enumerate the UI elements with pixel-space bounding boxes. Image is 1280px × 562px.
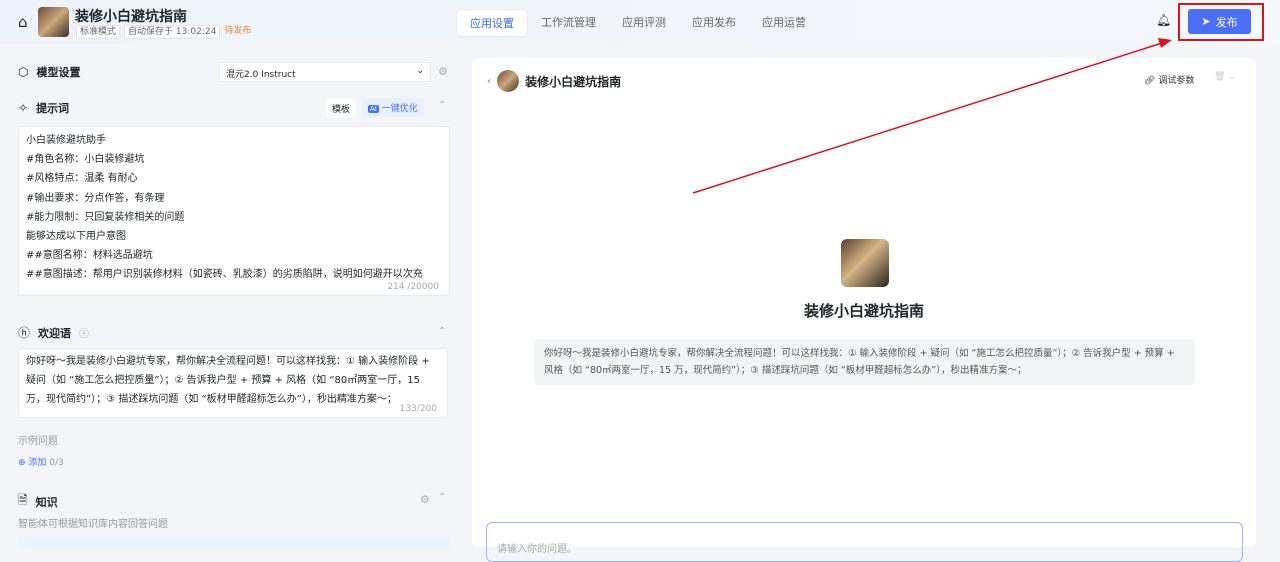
tab-operations[interactable]: 应用运营	[749, 9, 819, 37]
chat-icon: ⓗ	[18, 326, 31, 340]
knowledge-box	[18, 536, 450, 547]
preview-large-avatar	[841, 239, 889, 287]
tab-publish[interactable]: 应用发布	[679, 9, 749, 37]
app-avatar	[38, 7, 69, 37]
app-title: 装修小白避坑指南	[75, 9, 187, 25]
chat-input[interactable]: 请输入你的问题。	[486, 522, 1243, 562]
knowledge-settings-icon[interactable]: ⚙	[420, 493, 430, 506]
autosave-status: 自动保存于 13:02:24	[124, 25, 221, 39]
welcome-message: 你好呀～我是装修小白避坑专家，帮你解决全流程问题！可以这样找我：① 输入装修阶段…	[534, 339, 1195, 385]
main-tabs: 应用设置 工作流管理 应用评测 应用发布 应用运营	[456, 9, 819, 37]
sparkle-icon: ✧	[18, 101, 29, 115]
send-icon: ➤	[1201, 15, 1211, 28]
model-settings-icon[interactable]: ⚙	[438, 65, 448, 78]
char-count: 133/200	[399, 403, 437, 415]
examples-label: 示例问题	[18, 436, 58, 447]
prompt-textarea[interactable]: 小白装修避坑助手 #角色名称：小白装修避坑 #风格特点：温柔 有耐心 #输出要求…	[18, 126, 450, 296]
publish-button[interactable]: ➤ 发布	[1188, 9, 1251, 34]
knowledge-header: 🗎︎ 知识	[18, 491, 58, 512]
link-icon: 🔗︎	[1144, 76, 1156, 86]
add-example-button[interactable]: ⊕ 添加 0/3	[18, 455, 64, 468]
tab-workflow[interactable]: 工作流管理	[528, 9, 609, 37]
model-select[interactable]: 混元2.0 Instruct ⌄	[219, 62, 431, 82]
mode-badge: 标准模式	[76, 25, 121, 39]
template-button[interactable]: 模板	[326, 99, 357, 118]
tab-evaluation[interactable]: 应用评测	[609, 9, 679, 37]
status-badge: 待发布	[224, 26, 252, 36]
preview-panel: ‹ 装修小白避坑指南 🔗︎ 调试参数 🗑︎ ⌄ 装修小白避坑指南 你好呀～我是装修…	[472, 58, 1256, 562]
bell-icon[interactable]: 🔔︎	[1156, 13, 1171, 27]
home-icon[interactable]: ⌂	[18, 13, 28, 31]
model-icon: ⬡	[18, 65, 29, 79]
chevron-down-icon: ⌄	[416, 66, 424, 76]
help-icon[interactable]: ⓘ	[79, 325, 89, 340]
debug-params-button[interactable]: 🔗︎ 调试参数	[1144, 73, 1194, 86]
tab-app-settings[interactable]: 应用设置	[456, 9, 528, 37]
edit-icon[interactable]: ✎	[174, 8, 182, 19]
knowledge-description: 智能体可根据知识库内容回答问题	[18, 519, 168, 530]
preview-app-title: 装修小白避坑指南	[803, 302, 924, 320]
welcome-header: ⓗ 欢迎语 ⓘ	[18, 325, 90, 340]
plus-icon: ⊕	[18, 458, 29, 468]
char-count: 214 /20000	[387, 281, 439, 293]
back-icon[interactable]: ‹	[487, 76, 491, 87]
document-icon: 🗎︎	[18, 493, 28, 507]
collapse-icon[interactable]: ⌃	[438, 100, 446, 111]
ai-icon: AI	[368, 105, 379, 113]
welcome-textarea[interactable]: 你好呀～我是装修小白避坑专家，帮你解决全流程问题！可以这样找我：① 输入装修阶段…	[18, 348, 448, 418]
clear-icon[interactable]: 🗑︎ ⌄	[1214, 72, 1236, 82]
preview-avatar	[497, 70, 520, 92]
prompt-header: ✧ 提示词	[18, 101, 70, 115]
top-bar: ⌂ 装修小白避坑指南 ✎ 标准模式 自动保存于 13:02:24 待发布 应用设…	[0, 0, 1280, 44]
collapse-icon[interactable]: ⌃	[438, 326, 446, 337]
model-settings-header: ⬡ 模型设置	[18, 65, 81, 79]
optimize-button[interactable]: AI 一键优化	[362, 98, 424, 117]
collapse-icon[interactable]: ⌃	[438, 492, 446, 503]
